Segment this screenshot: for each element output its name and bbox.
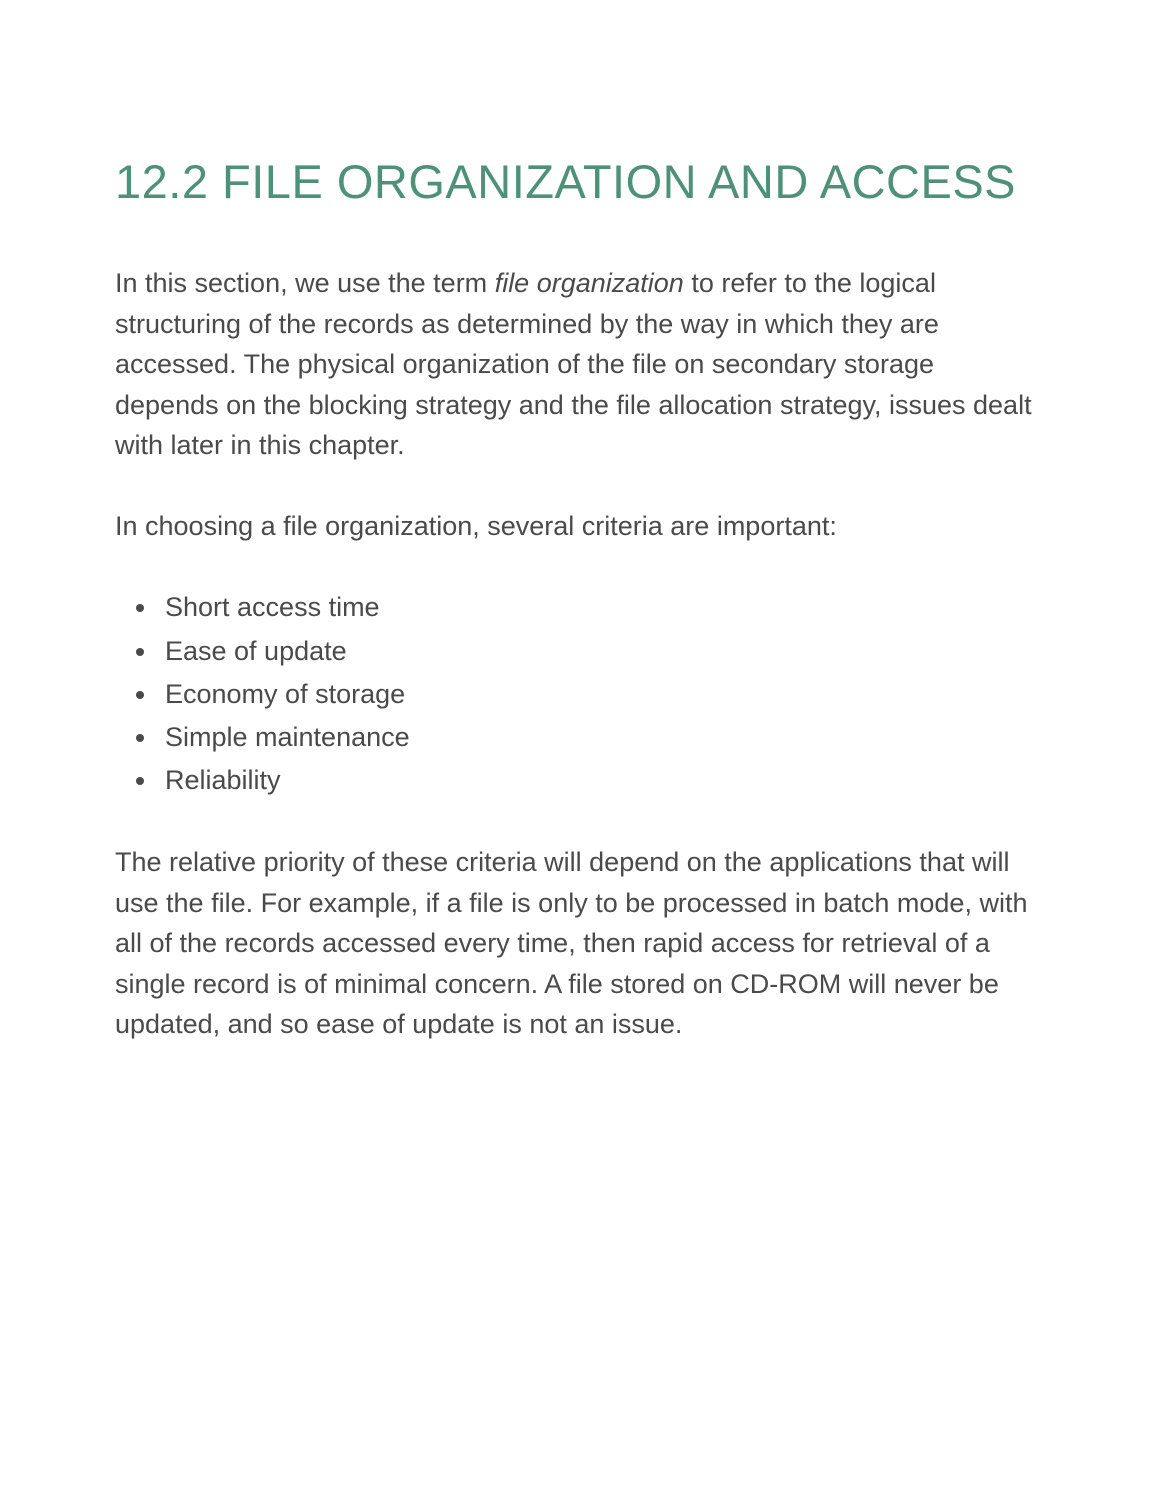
criteria-list: Short access time Ease of update Economy…: [159, 586, 1044, 802]
paragraph-priority: The relative priority of these criteria …: [115, 842, 1044, 1045]
paragraph-intro-pre: In this section, we use the term: [115, 268, 495, 298]
list-item: Reliability: [159, 759, 1044, 802]
list-item: Ease of update: [159, 630, 1044, 673]
italic-term: file organization: [495, 268, 684, 298]
list-item: Simple maintenance: [159, 716, 1044, 759]
section-heading: 12.2 FILE ORGANIZATION AND ACCESS: [115, 150, 1044, 213]
list-item: Economy of storage: [159, 673, 1044, 716]
list-item: Short access time: [159, 586, 1044, 629]
paragraph-intro: In this section, we use the term file or…: [115, 263, 1044, 466]
paragraph-criteria-intro: In choosing a file organization, several…: [115, 506, 1044, 547]
